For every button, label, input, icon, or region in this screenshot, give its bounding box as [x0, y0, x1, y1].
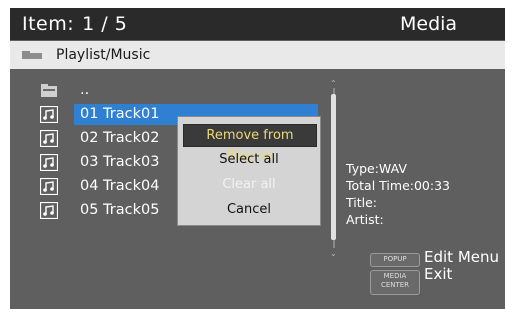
track-info-panel: Type:WAV Total Time:00:33 Title: Artist: — [346, 160, 450, 228]
item-counter: Item: 1 / 5 — [22, 13, 127, 35]
parent-folder-icon — [41, 84, 57, 97]
media-center-hint-label: Exit — [424, 265, 453, 283]
parent-folder-label: .. — [80, 82, 90, 98]
info-title: Title: — [346, 195, 377, 210]
list-scrollbar[interactable]: ⌃ ⌄ — [330, 80, 338, 258]
scroll-thumb[interactable] — [331, 94, 336, 240]
music-note-icon — [40, 106, 58, 123]
info-type: Type:WAV — [346, 161, 407, 176]
media-browser-screen: Item: 1 / 5 Media Playlist/Music .. 01 Tr… — [10, 8, 505, 309]
remove-from-playlist-option[interactable]: Remove from Playlist — [183, 124, 317, 164]
media-key-line1: MEDIA — [383, 272, 407, 280]
cancel-option[interactable]: Cancel — [183, 199, 315, 220]
music-note-icon — [40, 130, 58, 147]
parent-folder-row[interactable]: .. — [10, 80, 320, 102]
item-label: Item: — [22, 13, 75, 35]
info-artist: Artist: — [346, 212, 384, 227]
popup-menu: Remove from Playlist Select all Clear al… — [177, 116, 321, 226]
track-label: 02 Track02 — [80, 130, 160, 146]
track-label: 03 Track03 — [80, 154, 160, 170]
track-label: 04 Track04 — [80, 178, 160, 194]
music-note-icon — [40, 154, 58, 171]
header-bar: Item: 1 / 5 Media — [10, 8, 505, 40]
item-position: 1 / 5 — [82, 13, 128, 35]
clear-all-option: Clear all — [222, 177, 276, 192]
scroll-down-icon: ⌄ — [330, 249, 337, 258]
popup-key-badge: POPUP — [370, 253, 420, 267]
mode-title: Media — [400, 13, 458, 35]
folder-icon — [22, 51, 42, 59]
media-key-line2: CENTER — [380, 281, 410, 289]
scroll-up-icon: ⌃ — [330, 79, 337, 88]
music-note-icon — [40, 202, 58, 219]
info-total-time: Total Time:00:33 — [346, 178, 450, 193]
track-label: 05 Track05 — [80, 202, 160, 218]
media-center-key-badge: MEDIA CENTER — [370, 270, 420, 295]
popup-hint-label: Edit Menu — [424, 248, 499, 266]
current-path: Playlist/Music — [56, 47, 151, 63]
track-label: 01 Track01 — [80, 106, 160, 122]
select-all-option[interactable]: Select all — [183, 149, 315, 170]
music-note-icon — [40, 178, 58, 195]
path-bar: Playlist/Music — [10, 41, 505, 69]
